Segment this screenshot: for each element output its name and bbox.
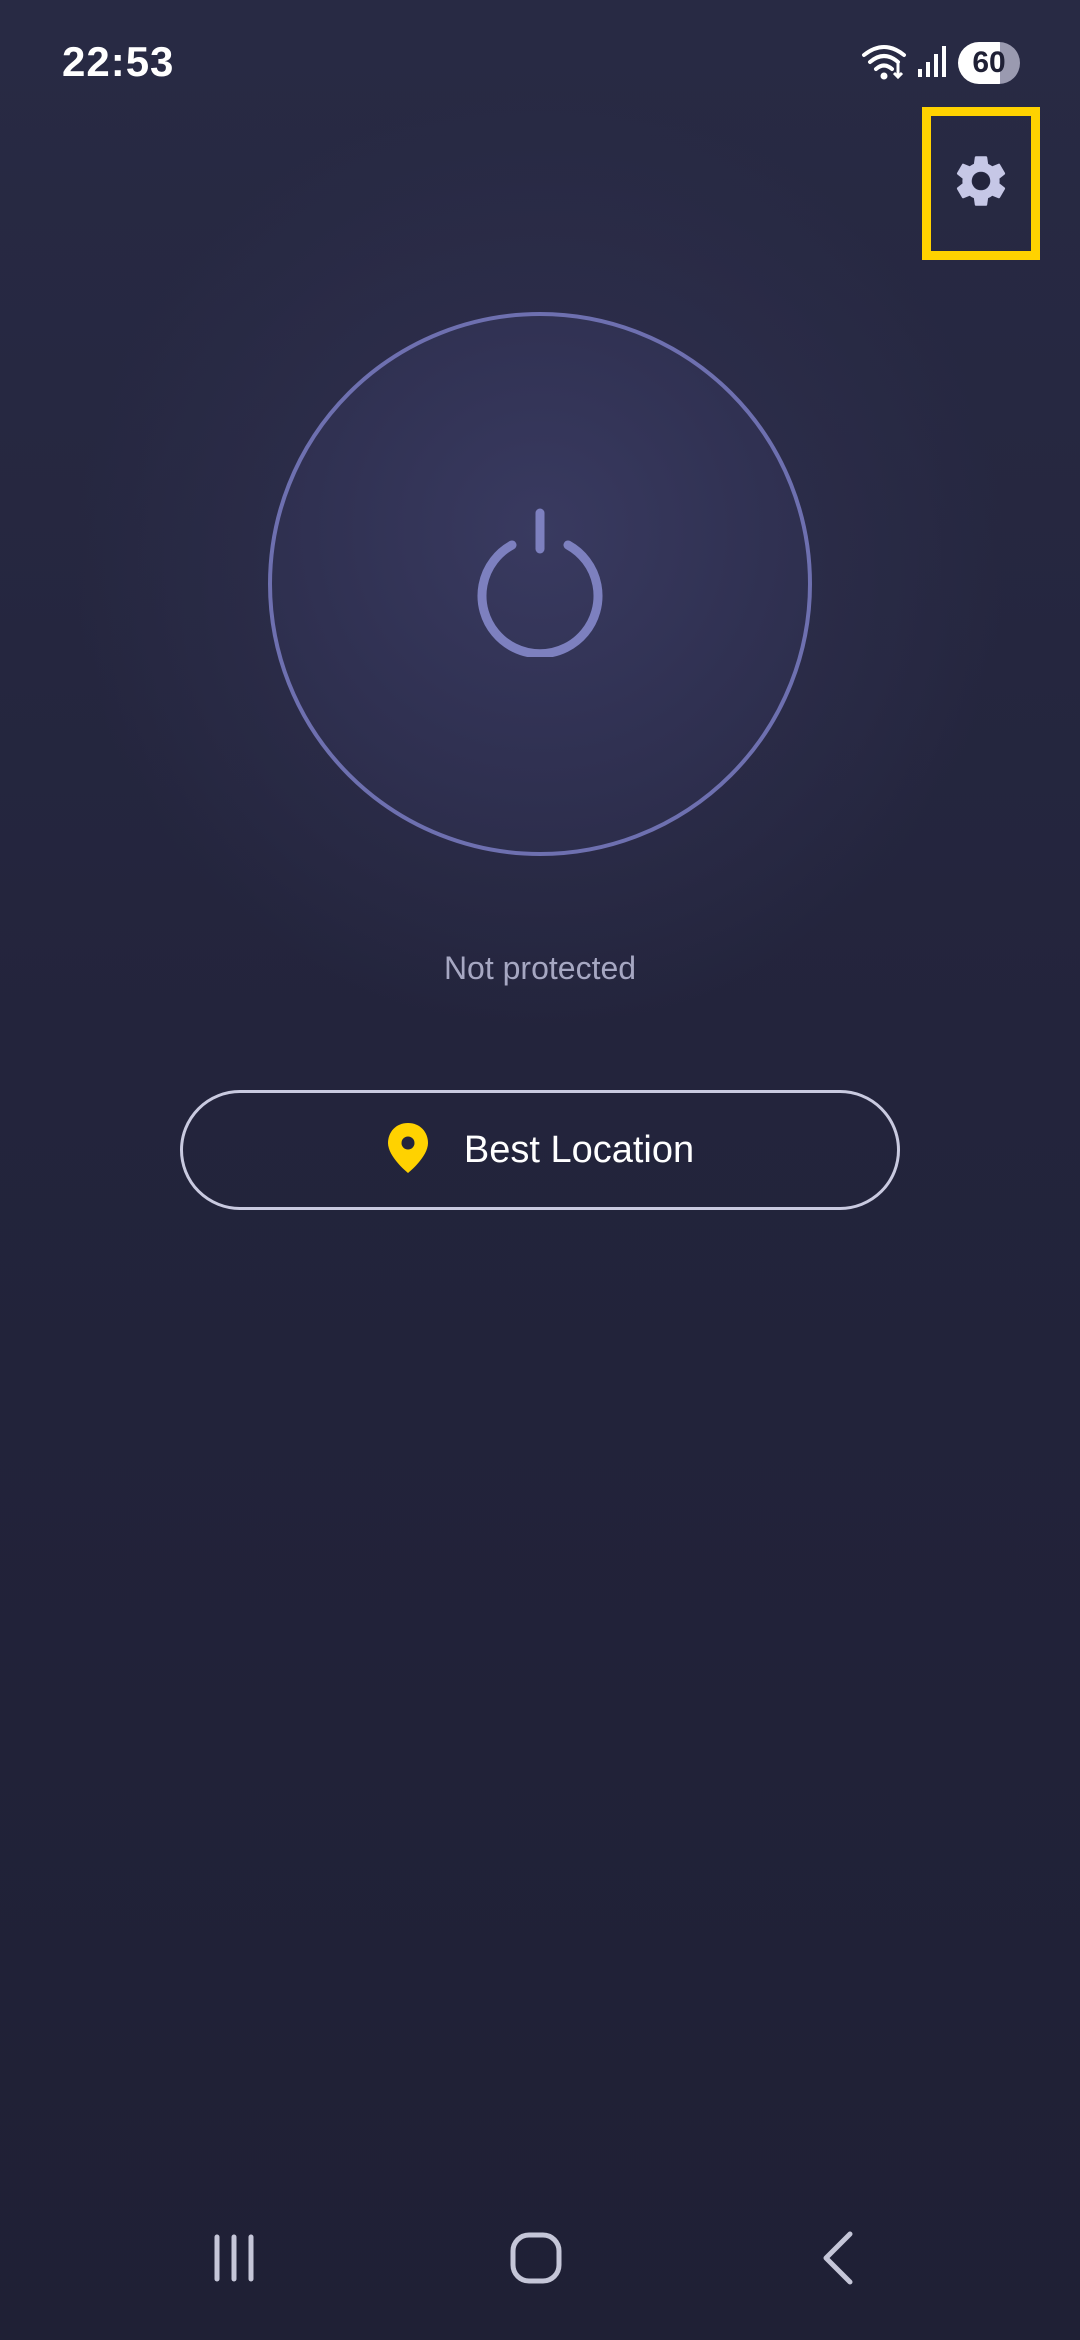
- status-icons: 60: [860, 40, 1020, 86]
- status-time: 22:53: [62, 38, 175, 85]
- back-icon: [818, 2230, 858, 2291]
- recent-apps-icon: [209, 2233, 259, 2288]
- recent-apps-button[interactable]: [184, 2220, 284, 2300]
- home-icon: [508, 2230, 564, 2291]
- settings-button[interactable]: [922, 107, 1040, 260]
- connect-power-button[interactable]: [268, 312, 812, 856]
- location-pin-icon: [386, 1121, 430, 1180]
- power-icon: [470, 507, 610, 662]
- location-selector-button[interactable]: Best Location: [180, 1090, 900, 1210]
- status-bar: 22:53 60: [0, 0, 1080, 120]
- back-button[interactable]: [788, 2220, 888, 2300]
- navigation-bar: [0, 2180, 1080, 2340]
- location-label: Best Location: [463, 1128, 695, 1171]
- home-button[interactable]: [486, 2220, 586, 2300]
- gear-icon: [950, 150, 1012, 217]
- battery-icon: 60: [958, 42, 1020, 84]
- connection-status: Not protected: [443, 950, 637, 986]
- signal-icon: [916, 43, 950, 84]
- wifi-icon: [860, 41, 908, 86]
